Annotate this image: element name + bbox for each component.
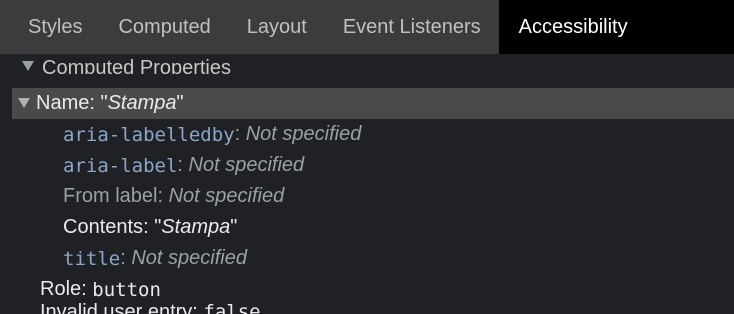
tab-event-listeners[interactable]: Event Listeners [325, 0, 499, 54]
tab-computed[interactable]: Computed [100, 0, 228, 54]
property-row-contents: Contents: " Stampa " [0, 212, 734, 243]
property-value-quote-close: " [230, 216, 238, 238]
property-row-title: title: Not specified [0, 243, 734, 274]
tab-accessibility[interactable]: Accessibility [498, 0, 734, 54]
section-title: Computed Properties [42, 57, 231, 74]
panel-tab-bar: Styles Computed Layout Event Listeners A… [0, 0, 734, 55]
tab-styles[interactable]: Styles [0, 0, 100, 54]
property-separator: : [177, 154, 189, 176]
name-property-row[interactable]: Name: " Stampa " [12, 88, 734, 119]
property-value: Not specified [245, 123, 362, 145]
name-quote-close: " [176, 92, 184, 114]
invalid-value: false [203, 301, 261, 314]
property-key: aria-label [63, 154, 178, 177]
name-label: Name: [36, 92, 101, 114]
name-sources-list: aria-labelledby: Not specified aria-labe… [0, 119, 734, 305]
property-value: Not specified [131, 247, 247, 269]
expand-triangle-icon[interactable] [22, 61, 34, 71]
name-value: Stampa [107, 92, 177, 114]
property-separator: : [234, 123, 246, 145]
invalid-user-entry-row: Invalid user entry: false [40, 301, 261, 314]
property-key: From label [63, 185, 158, 207]
property-value: Not specified [188, 154, 305, 176]
property-key: aria-labelledby [63, 123, 235, 146]
property-value: Stampa [161, 216, 231, 238]
role-label: Role: [40, 278, 93, 300]
role-value: button [92, 278, 161, 301]
property-separator: : [120, 247, 132, 269]
property-separator: : [157, 185, 169, 207]
computed-properties-header[interactable]: Computed Properties [0, 54, 734, 74]
collapse-triangle-icon[interactable] [18, 97, 30, 108]
property-value: Not specified [168, 185, 285, 207]
invalid-label: Invalid user entry: [40, 301, 204, 314]
property-row-aria-label: aria-label: Not specified [0, 150, 734, 181]
property-separator: : [143, 216, 155, 238]
property-value-quote-open: " [154, 216, 162, 238]
property-row-from-label: From label: Not specified [0, 181, 734, 212]
property-row-aria-labelledby: aria-labelledby: Not specified [0, 119, 734, 150]
tab-layout[interactable]: Layout [229, 0, 325, 54]
property-key: Contents [63, 216, 144, 238]
name-quote-open: " [100, 92, 108, 114]
property-key: title [63, 247, 121, 270]
